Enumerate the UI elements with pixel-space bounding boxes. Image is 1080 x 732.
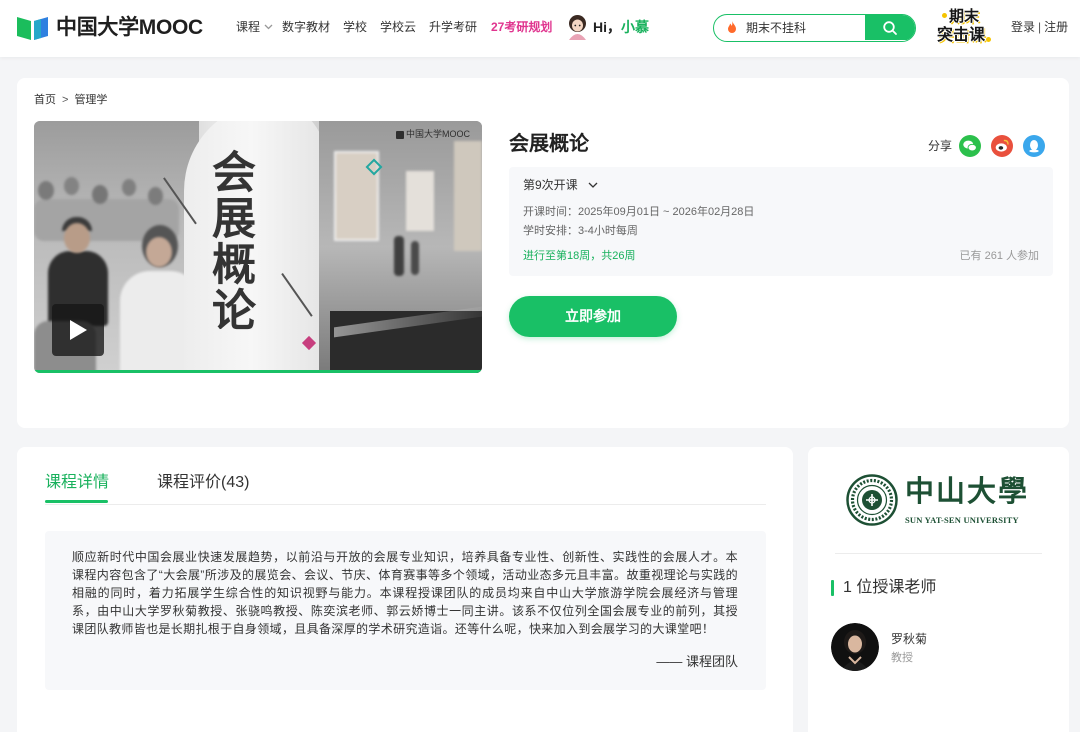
weibo-icon[interactable] <box>991 135 1013 157</box>
nav-schools[interactable]: 学校 <box>343 19 367 36</box>
search-box <box>713 14 916 42</box>
university-name-english: SUN YAT-SEN UNIVERSITY <box>905 515 1019 525</box>
mooc-book-logo-icon <box>17 17 48 40</box>
badge-decoration <box>942 13 947 18</box>
photo-shape <box>64 177 79 195</box>
search-icon <box>883 20 897 35</box>
course-dates: 开课时间：2025年09月01日 ~ 2026年02月28日 <box>523 206 755 218</box>
teacher-name[interactable]: 罗秋菊 <box>891 631 927 647</box>
photo-shape <box>411 241 419 275</box>
breadcrumb: 首页 > 管理学 <box>34 93 107 108</box>
breadcrumb-home[interactable]: 首页 <box>34 94 56 106</box>
thumbnail-title-art: 会展概论 <box>205 149 254 333</box>
join-course-button[interactable]: 立即参加 <box>509 296 677 337</box>
thumbnail-watermark: 中国大学MOOC <box>396 129 470 140</box>
course-header-card: 首页 > 管理学 会展概论 中国大学MOOC 会展概论 分享 第9次开课 开课时… <box>17 78 1069 428</box>
share-bar: 分享 <box>928 135 1058 157</box>
promo-badge-line2: 突击课 <box>937 27 986 44</box>
promo-badge-line1: 期末 <box>949 8 980 25</box>
nav-digital-textbooks[interactable]: 数字教材 <box>282 19 330 36</box>
active-tab-indicator <box>45 500 108 503</box>
photo-shape <box>454 141 482 251</box>
top-navigation-bar: 中国大学MOOC 课程 数字教材 学校 学校云 升学考研 27考研规划 Hi，小… <box>0 0 1080 57</box>
wechat-icon[interactable] <box>959 135 981 157</box>
school-teacher-card: 中山大學 SUN YAT-SEN UNIVERSITY 1 位授课老师 罗秋菊 … <box>808 447 1069 732</box>
breadcrumb-separator: > <box>62 94 69 106</box>
greeting-name: 小慕 <box>621 19 649 35</box>
share-label: 分享 <box>928 139 953 153</box>
section-marker <box>831 580 834 596</box>
greeting-prefix: Hi， <box>593 19 621 35</box>
user-greeting[interactable]: Hi，小慕 <box>593 18 649 37</box>
xiaomu-avatar-icon[interactable] <box>566 14 589 40</box>
photo-shape <box>64 223 90 253</box>
course-video-thumbnail[interactable]: 会展概论 中国大学MOOC <box>34 121 482 373</box>
photo-shape <box>394 236 404 276</box>
photo-shape <box>38 181 54 200</box>
photo-shape <box>148 187 163 205</box>
qq-icon[interactable] <box>1023 135 1045 157</box>
chevron-down-icon <box>588 182 598 188</box>
course-description-box: 顺应新时代中国会展业快速发展趋势，以前沿与开放的会展专业知识，培养具备专业性、创… <box>45 531 766 690</box>
session-dropdown[interactable]: 第9次开课 <box>523 177 598 193</box>
avatar[interactable] <box>831 623 879 671</box>
teacher-item[interactable]: 罗秋菊 教授 <box>831 623 1031 673</box>
nav-graduate-exam[interactable]: 升学考研 <box>429 19 477 36</box>
university-name: 中山大學 <box>905 476 1030 508</box>
watermark-logo-icon <box>396 130 404 139</box>
search-button[interactable] <box>865 15 915 40</box>
photo-shape <box>146 237 172 267</box>
university-logo[interactable]: 中山大學 SUN YAT-SEN UNIVERSITY <box>846 474 1031 530</box>
login-link[interactable]: 登录 <box>1011 20 1035 34</box>
photo-shape <box>92 185 108 204</box>
site-logo[interactable]: 中国大学MOOC <box>15 13 210 43</box>
final-exam-promo-badge[interactable]: 期末 突击课 <box>934 7 996 49</box>
course-progress: 进行至第18周，共26周 <box>523 250 636 262</box>
teacher-title: 教授 <box>891 652 913 664</box>
flame-icon <box>728 21 736 33</box>
university-seal-icon <box>846 474 898 526</box>
photo-shape <box>122 179 136 196</box>
tab-course-details[interactable]: 课程详情 <box>45 472 109 494</box>
course-description: 顺应新时代中国会展业快速发展趋势，以前沿与开放的会展专业知识，培养具备专业性、创… <box>72 550 738 636</box>
breadcrumb-category[interactable]: 管理学 <box>74 94 107 106</box>
tab-course-reviews[interactable]: 课程评价(43) <box>157 472 249 494</box>
enrolled-count: 已有 261 人参加 <box>959 250 1039 262</box>
nav-exam-plan-27[interactable]: 27考研规划 <box>491 19 552 36</box>
course-title: 会展概论 <box>509 133 589 155</box>
tab-divider <box>45 504 766 505</box>
course-session-info: 第9次开课 开课时间：2025年09月01日 ~ 2026年02月28日 学时安… <box>509 167 1053 276</box>
watermark-text: 中国大学MOOC <box>406 129 470 139</box>
register-link[interactable]: 注册 <box>1044 20 1068 34</box>
description-signature: —— 课程团队 <box>656 654 738 669</box>
auth-links: 登录 | 注册 <box>1011 19 1068 36</box>
nav-school-cloud[interactable]: 学校云 <box>380 19 416 36</box>
search-input[interactable] <box>746 15 864 40</box>
video-bottom-bar <box>34 370 482 373</box>
course-details-card: 课程详情 课程评价(43) 顺应新时代中国会展业快速发展趋势，以前沿与开放的会展… <box>17 447 793 732</box>
school-divider <box>835 553 1042 554</box>
badge-decoration <box>986 37 991 42</box>
photo-shape <box>406 171 434 231</box>
site-logo-text: 中国大学MOOC <box>56 16 203 39</box>
play-button[interactable] <box>52 304 104 356</box>
course-hours: 学时安排：3-4小时每周 <box>523 225 638 237</box>
teacher-count-heading: 1 位授课老师 <box>843 579 937 596</box>
auth-separator: | <box>1038 20 1042 34</box>
session-label: 第9次开课 <box>523 178 578 192</box>
nav-courses[interactable]: 课程 <box>236 19 260 36</box>
chevron-down-icon[interactable] <box>264 24 273 30</box>
play-icon <box>70 320 87 340</box>
